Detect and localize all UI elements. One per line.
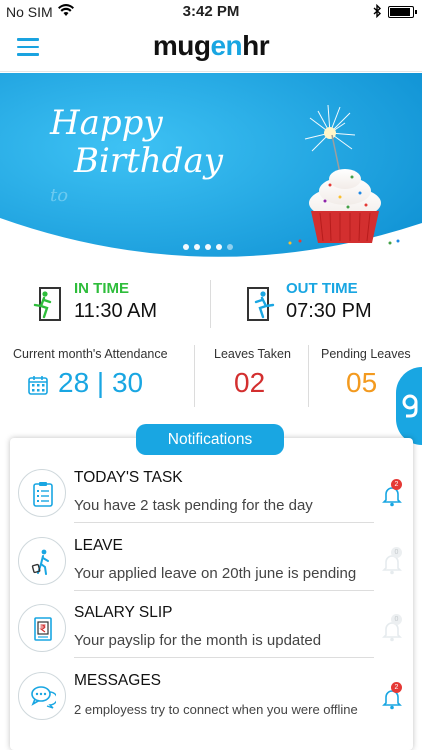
carousel-dot[interactable] <box>227 244 233 250</box>
divider <box>74 590 374 591</box>
notification-item-todays-task[interactable]: TODAY'S TASK You have 2 task pending for… <box>10 459 413 525</box>
attendance-value: 28 | 30 <box>58 367 144 398</box>
notification-icon-circle <box>18 672 66 720</box>
divider <box>74 657 374 658</box>
leaves-taken-label: Leaves Taken <box>214 347 291 361</box>
notification-icon-circle <box>18 537 66 585</box>
bluetooth-icon <box>373 3 382 21</box>
carousel-dot[interactable] <box>183 244 189 250</box>
app-header: mugenhr <box>0 24 422 72</box>
notification-count-badge: 2 <box>391 682 402 693</box>
notification-item-messages[interactable]: MESSAGES 2 employess try to connect when… <box>10 662 413 728</box>
leave-stats: Current month's Attendance 28 | 30 Leave… <box>0 345 422 409</box>
banner-greeting: Happy Birthday to <box>50 103 223 206</box>
pending-leaves-label: Pending Leaves <box>321 347 411 361</box>
notifications-heading[interactable]: Notifications <box>136 424 284 455</box>
notification-title: TODAY'S TASK <box>74 469 183 486</box>
divider <box>194 345 195 407</box>
door-enter-icon <box>33 287 61 321</box>
attendance-label: Current month's Attendance <box>13 347 168 361</box>
in-time-value: 11:30 AM <box>74 300 158 322</box>
out-time-value: 07:30 PM <box>286 300 372 322</box>
notification-item-leave[interactable]: LEAVE Your applied leave on 20th june is… <box>10 527 413 593</box>
app-logo: mugenhr <box>152 30 270 61</box>
notification-description: Your payslip for the month is updated <box>74 632 322 649</box>
status-bar: No SIM 3:42 PM <box>0 0 422 24</box>
carousel-dot[interactable] <box>194 244 200 250</box>
notification-title: SALARY SLIP <box>74 604 173 621</box>
door-exit-icon <box>247 287 275 321</box>
notification-item-salary-slip[interactable]: SALARY SLIP Your payslip for the month i… <box>10 594 413 660</box>
notification-count-badge: 2 <box>391 479 402 490</box>
out-time-label: OUT TIME <box>286 280 358 297</box>
notification-count-badge: 0 <box>391 547 402 558</box>
clock: 3:42 PM <box>182 3 240 20</box>
notification-title: MESSAGES <box>74 672 161 689</box>
notification-description: You have 2 task pending for the day <box>74 497 313 514</box>
side-drawer-tab[interactable] <box>396 367 422 445</box>
clipboard-icon <box>33 482 53 507</box>
attendance-times: IN TIME 11:30 AM OUT TIME 07:30 PM <box>0 280 422 330</box>
calendar-icon <box>28 376 48 395</box>
notification-title: LEAVE <box>74 537 123 554</box>
in-time-label: IN TIME <box>74 280 129 297</box>
notification-description: Your applied leave on 20th june is pendi… <box>74 565 357 582</box>
notification-count-badge: 0 <box>391 614 402 625</box>
battery-icon <box>388 6 417 18</box>
pending-leaves-value[interactable]: 05 <box>346 367 377 399</box>
chat-icon <box>31 686 56 709</box>
notification-icon-circle <box>18 604 66 652</box>
notification-icon-circle <box>18 469 66 517</box>
brand-g-icon <box>402 394 418 418</box>
traveler-icon <box>31 549 49 575</box>
carousel-dot[interactable] <box>216 244 222 250</box>
divider <box>74 522 374 523</box>
carousel-indicator[interactable] <box>183 244 233 250</box>
divider <box>210 280 211 328</box>
carousel-dot[interactable] <box>205 244 211 250</box>
leaves-taken-value[interactable]: 02 <box>234 367 265 399</box>
notification-description: 2 employess try to connect when you were… <box>74 702 358 717</box>
payslip-icon <box>34 617 52 641</box>
birthday-banner[interactable]: Happy Birthday to <box>0 73 422 259</box>
divider <box>308 345 309 407</box>
